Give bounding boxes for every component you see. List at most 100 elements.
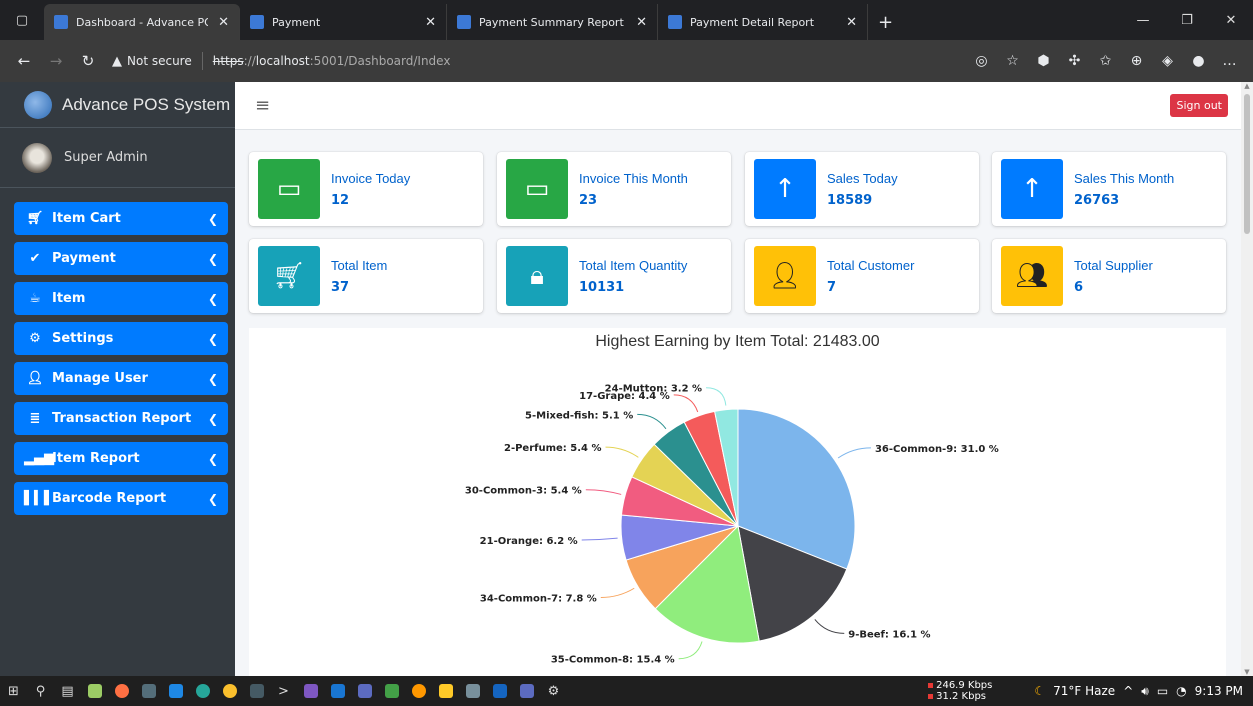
warning-icon: ▲ (112, 53, 122, 69)
task-view-icon[interactable]: ▤ (54, 676, 81, 706)
sidebar-item-barcode-report[interactable]: ▌▍▌ Barcode Report ❮ (14, 482, 228, 515)
sidebar-item-transaction-report[interactable]: ≣ Transaction Report ❮ (14, 402, 228, 435)
card-label: Sales This Month (1074, 171, 1175, 186)
tab-title: Payment (272, 15, 321, 29)
collections-icon[interactable]: ⊕ (1121, 53, 1152, 69)
close-tab-icon[interactable]: ✕ (218, 15, 229, 30)
sidebar-item-payment[interactable]: ✔ Payment ❮ (14, 242, 228, 275)
extensions-icon[interactable]: ✣ (1059, 53, 1090, 69)
divider (201, 52, 203, 70)
sidebar-item-label: Barcode Report (52, 491, 167, 506)
user-panel[interactable]: Super Admin (0, 128, 235, 188)
vscode-icon[interactable] (324, 676, 351, 706)
pie-data-label: 21-Orange: 6.2 % (480, 536, 578, 547)
back-icon[interactable]: ← (8, 52, 40, 70)
avatar (22, 142, 52, 173)
page-scrollbar[interactable]: ▲ ▼ (1241, 82, 1253, 676)
sidebar-item-item-report[interactable]: ▂▄▆ Item Report ❮ (14, 442, 228, 475)
app-icon[interactable] (405, 676, 432, 706)
url-field[interactable]: https://localhost:5001/Dashboard/Index (213, 54, 451, 68)
info-card-sales-today: ↑ Sales Today 18589 (745, 152, 979, 226)
card-label: Total Item (331, 258, 388, 273)
weather-icon: ☾ (1034, 684, 1046, 698)
performance-icon[interactable]: ◈ (1152, 53, 1183, 69)
close-tab-icon[interactable]: ✕ (636, 15, 647, 30)
profile-avatar[interactable]: ● (1183, 53, 1214, 69)
tab-actions-icon[interactable]: ▢ (0, 0, 44, 40)
scroll-down-icon[interactable]: ▼ (1241, 668, 1253, 676)
clock[interactable]: 9:13 PM (1195, 684, 1243, 698)
extension-shield-icon[interactable]: ⬢ (1028, 53, 1059, 69)
close-tab-icon[interactable]: ✕ (425, 15, 436, 30)
restore-icon[interactable]: ❐ (1165, 0, 1209, 40)
card-value: 18589 (827, 193, 873, 208)
arrow-up-icon: ↑ (1001, 159, 1063, 219)
browser-tab-payment[interactable]: Payment ✕ (240, 4, 447, 40)
scroll-up-icon[interactable]: ▲ (1241, 82, 1253, 90)
pie-chart: 36-Common-9: 31.0 % 9-Beef: 16.1 % 35-Comm… (465, 384, 999, 666)
cmd-icon[interactable]: > (270, 676, 297, 706)
app-icon[interactable] (351, 676, 378, 706)
file-explorer-icon[interactable] (432, 676, 459, 706)
close-window-icon[interactable]: ✕ (1209, 0, 1253, 40)
address-bar: ← → ↻ ▲ Not secure https://localhost:500… (0, 40, 1253, 82)
forward-icon[interactable]: → (40, 52, 72, 70)
sidebar-item-settings[interactable]: ⚙ Settings ❮ (14, 322, 228, 355)
visual-studio-icon[interactable] (297, 676, 324, 706)
notepad-icon[interactable] (81, 676, 108, 706)
sidebar-item-item-cart[interactable]: 🛒︎ Item Cart ❮ (14, 202, 228, 235)
check-circle-icon: ✔ (29, 251, 41, 266)
minimize-icon[interactable]: — (1121, 0, 1165, 40)
browser-tab-dashboard[interactable]: Dashboard - Advance POS Syste ✕ (44, 4, 240, 40)
pie-connector-line (678, 641, 703, 660)
new-tab-icon[interactable]: + (868, 4, 903, 40)
favorite-add-icon[interactable]: ☆ (997, 53, 1028, 69)
windows-start-icon[interactable]: ⊞ (0, 676, 27, 706)
brand-link[interactable]: Advance POS System (0, 82, 235, 128)
edge-icon[interactable] (189, 676, 216, 706)
battery-icon[interactable]: ▭ (1157, 684, 1168, 698)
teams-icon[interactable] (513, 676, 540, 706)
browser-tab-payment-detail[interactable]: Payment Detail Report ✕ (658, 4, 868, 40)
terminal-icon[interactable] (135, 676, 162, 706)
sidebar-item-item[interactable]: ☕︎ Item ❮ (14, 282, 228, 315)
user-check-icon: 👤︎ (754, 246, 816, 306)
tray-chevron-icon[interactable]: ^ (1123, 684, 1133, 698)
word-icon[interactable] (486, 676, 513, 706)
pie-data-label: 30-Common-3: 5.4 % (465, 486, 582, 497)
scrollbar-thumb[interactable] (1244, 94, 1250, 234)
pie-connector-line (637, 413, 667, 430)
app-icon[interactable] (243, 676, 270, 706)
location-icon[interactable]: ◎ (966, 53, 997, 69)
close-tab-icon[interactable]: ✕ (846, 15, 857, 30)
weather-text[interactable]: 71°F Haze (1053, 684, 1115, 698)
user-gear-icon: 👤︎ (26, 371, 44, 386)
sign-out-button[interactable]: Sign out (1170, 94, 1228, 117)
app-icon[interactable] (378, 676, 405, 706)
logo-icon (24, 90, 52, 119)
search-icon[interactable]: ⚲ (27, 676, 54, 706)
favorites-icon[interactable]: ✩ (1090, 53, 1121, 69)
powershell-icon[interactable] (162, 676, 189, 706)
card-label: Total Supplier (1074, 258, 1153, 273)
refresh-icon[interactable]: ↻ (72, 52, 104, 70)
sidebar-item-manage-user[interactable]: 👤︎ Manage User ❮ (14, 362, 228, 395)
volume-icon[interactable]: 🔊︎ (1141, 684, 1149, 699)
pie-data-label: 24-Mutton: 3.2 % (605, 384, 702, 395)
browser-tab-payment-summary[interactable]: Payment Summary Report ✕ (447, 4, 658, 40)
firefox-icon[interactable] (108, 676, 135, 706)
url-scheme: https (212, 54, 244, 68)
wifi-icon[interactable]: ◔ (1176, 684, 1186, 698)
menu-toggle-icon[interactable]: ≡ (255, 95, 270, 116)
info-card-total-item-quantity: 🔒︎ Total Item Quantity 10131 (497, 239, 731, 313)
pie-connector-line (706, 387, 727, 406)
pie-data-label: 36-Common-9: 31.0 % (875, 444, 999, 455)
sidebar-item-label: Manage User (52, 371, 148, 386)
more-icon[interactable]: … (1214, 53, 1245, 69)
app-icon[interactable] (459, 676, 486, 706)
security-indicator[interactable]: ▲ Not secure (112, 54, 192, 69)
favicon-icon (54, 15, 68, 29)
chrome-icon[interactable] (216, 676, 243, 706)
settings-icon[interactable]: ⚙ (540, 676, 567, 706)
users-icon: 👥︎ (1001, 246, 1063, 306)
